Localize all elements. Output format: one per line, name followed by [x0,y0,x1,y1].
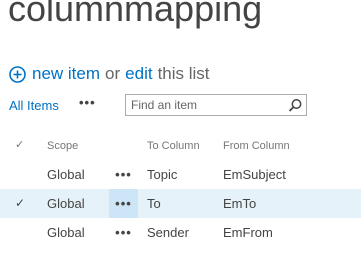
cell-to-column: Topic [147,167,178,182]
view-more-button[interactable]: ••• [79,95,96,110]
cell-scope[interactable]: Global [47,196,85,211]
cell-to-column: Sender [147,225,189,240]
column-header-to-column[interactable]: To Column [147,140,200,152]
table-row[interactable]: Global ••• Topic EmSubject [0,160,361,189]
cell-scope[interactable]: Global [47,225,85,240]
cell-from-column: EmTo [223,196,257,211]
or-text: or [105,64,121,83]
table-row[interactable]: ✓ Global ••• To EmTo [0,189,361,218]
add-circle-icon[interactable] [9,65,26,83]
row-menu-button[interactable]: ••• [109,189,138,218]
page-title: columnmapping [8,0,263,29]
this-list-text: this list [157,64,210,83]
search-box [125,94,307,116]
list-grid: ✓ Scope To Column From Column Global •••… [0,130,361,247]
row-checkmark[interactable]: ✓ [15,196,25,210]
search-icon[interactable] [288,98,303,113]
view-all-items[interactable]: All Items [9,98,59,113]
list-page: columnmapping new item or edit this list… [0,0,361,257]
row-menu-button[interactable]: ••• [109,218,138,247]
column-header-from-column[interactable]: From Column [223,140,290,152]
cell-from-column: EmSubject [223,167,286,182]
grid-header: ✓ Scope To Column From Column [0,130,361,160]
cell-to-column: To [147,196,161,211]
select-all-checkmark[interactable]: ✓ [15,138,24,151]
new-item-link[interactable]: new item [32,64,100,84]
row-menu-button[interactable]: ••• [109,160,138,189]
table-row[interactable]: Global ••• Sender EmFrom [0,218,361,247]
column-header-scope[interactable]: Scope [47,140,78,152]
new-item-bar: new item or edit this list [9,63,210,85]
view-toolbar: All Items ••• [0,94,361,118]
edit-list-link[interactable]: edit [125,64,152,84]
cell-scope[interactable]: Global [47,167,85,182]
cell-from-column: EmFrom [223,225,273,240]
search-input[interactable] [131,97,281,113]
